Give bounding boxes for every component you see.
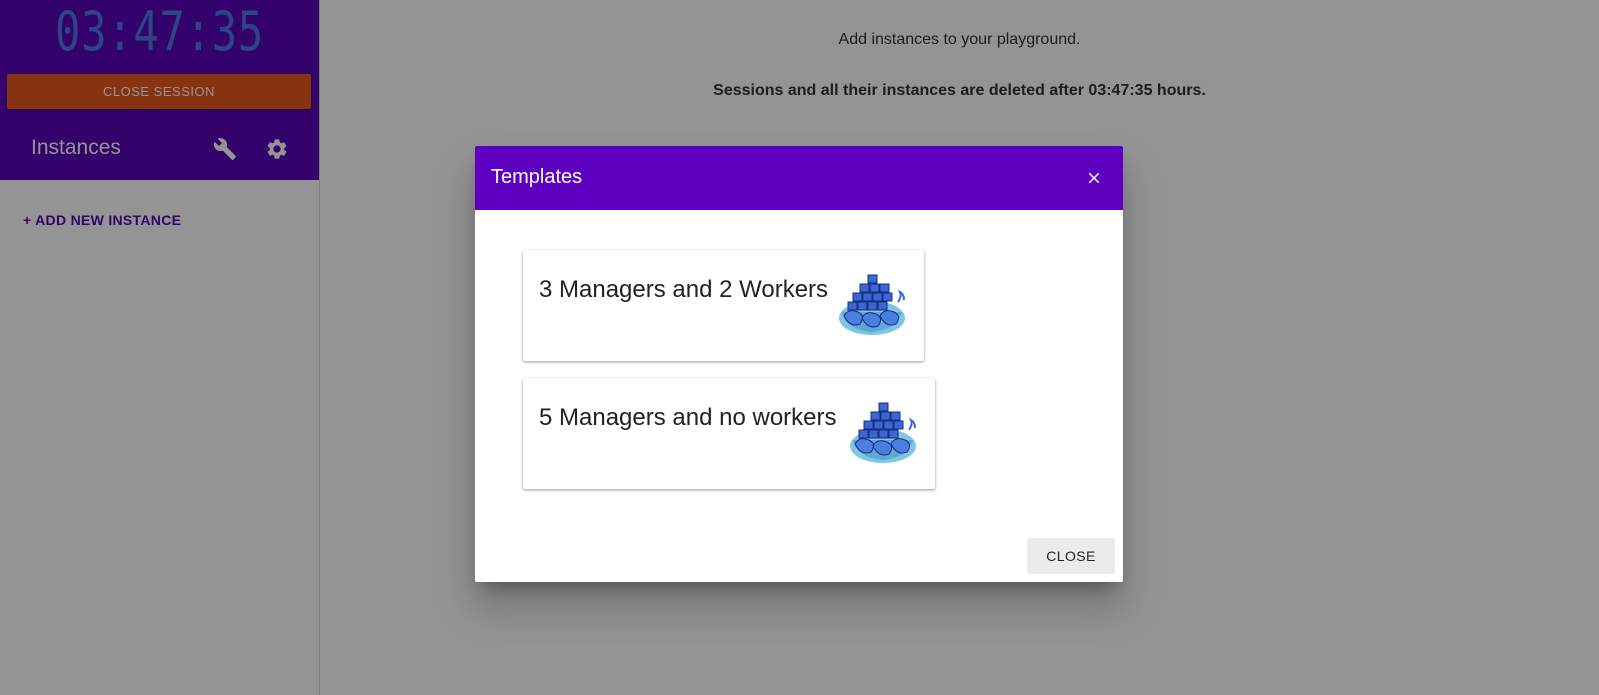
templates-dialog: Templates 3 Managers and 2 Workers 5 Man… (475, 146, 1123, 582)
dialog-header: Templates (475, 146, 1123, 210)
template-card-title: 3 Managers and 2 Workers (539, 276, 829, 303)
template-card-title: 5 Managers and no workers (539, 404, 837, 431)
app-root: 03:47:35 CLOSE SESSION Instances + ADD N… (0, 0, 1599, 695)
dialog-close-button[interactable]: CLOSE (1027, 538, 1115, 574)
docker-swarm-whale-icon (850, 402, 916, 463)
template-card-5-managers-no-workers[interactable]: 5 Managers and no workers (523, 378, 935, 489)
close-icon[interactable] (1079, 163, 1109, 193)
dialog-title: Templates (491, 166, 583, 188)
template-card-3-managers-2-workers[interactable]: 3 Managers and 2 Workers (523, 250, 924, 361)
docker-swarm-whale-icon (839, 274, 905, 335)
